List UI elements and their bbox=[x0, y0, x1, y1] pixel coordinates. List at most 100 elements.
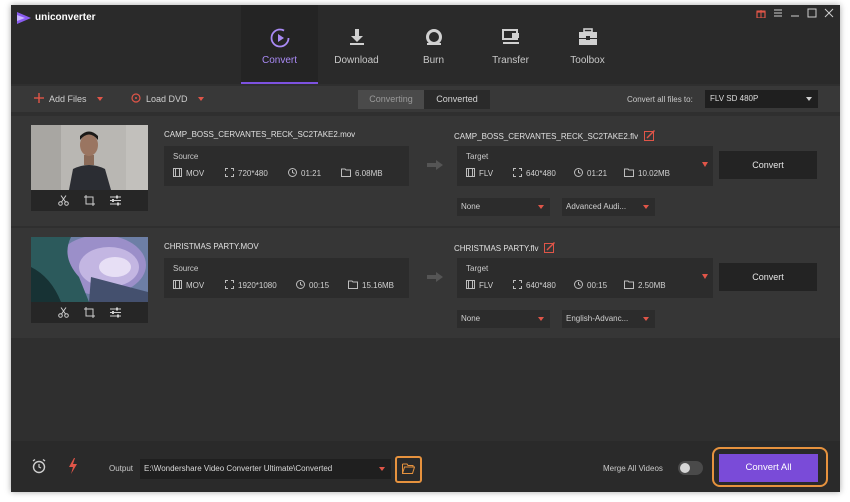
edit-icon[interactable] bbox=[544, 242, 556, 255]
effects-icon[interactable] bbox=[109, 307, 121, 320]
size-prop: 6.08MB bbox=[341, 168, 383, 179]
clock-icon bbox=[574, 280, 583, 291]
chevron-down-icon bbox=[538, 317, 544, 321]
film-icon bbox=[466, 168, 475, 179]
merge-toggle[interactable] bbox=[678, 461, 703, 475]
file-item: CHRISTMAS PARTY.MOV CHRISTMAS PARTY.flv … bbox=[11, 228, 840, 338]
menu-icon[interactable] bbox=[773, 8, 783, 20]
source-resolution: 720*480 bbox=[238, 169, 268, 178]
plus-icon bbox=[34, 93, 44, 105]
audio-value: English-Advanc... bbox=[566, 314, 629, 323]
app-logo-icon bbox=[17, 12, 31, 26]
subtitle-select[interactable]: None bbox=[457, 310, 550, 328]
source-filename: CAMP_BOSS_CERVANTES_RECK_SC2TAKE2.mov bbox=[164, 130, 356, 139]
target-format: FLV bbox=[479, 281, 494, 290]
format-prop: MOV bbox=[173, 280, 225, 291]
effects-icon[interactable] bbox=[109, 195, 121, 208]
target-props: FLV 640*480 00:15 2.50MB bbox=[466, 280, 666, 291]
arrow-right-icon bbox=[427, 272, 443, 284]
audio-select[interactable]: English-Advanc... bbox=[562, 310, 655, 328]
crop-icon[interactable] bbox=[83, 194, 95, 208]
chevron-down-icon[interactable] bbox=[702, 274, 708, 279]
load-dvd-label: Load DVD bbox=[146, 94, 188, 104]
subtitle-select[interactable]: None bbox=[457, 198, 550, 216]
chevron-down-icon[interactable] bbox=[197, 97, 204, 101]
folder-icon bbox=[341, 168, 351, 179]
minimize-icon[interactable] bbox=[790, 8, 800, 20]
nav-convert[interactable]: Convert bbox=[241, 5, 318, 84]
folder-icon bbox=[624, 168, 634, 179]
target-filename-row: CHRISTMAS PARTY.flv bbox=[454, 242, 556, 255]
video-thumbnail[interactable] bbox=[31, 237, 148, 302]
resolution-icon bbox=[513, 168, 522, 179]
chevron-down-icon bbox=[643, 205, 649, 209]
chevron-down-icon bbox=[538, 205, 544, 209]
target-resolution: 640*480 bbox=[526, 169, 556, 178]
duration-prop: 00:15 bbox=[574, 280, 624, 291]
target-duration: 01:21 bbox=[587, 169, 608, 178]
subtitle-value: None bbox=[461, 314, 481, 323]
load-dvd-button[interactable]: Load DVD bbox=[131, 93, 204, 105]
close-icon[interactable] bbox=[824, 8, 834, 20]
video-thumbnail-panel bbox=[31, 237, 148, 323]
nav-download[interactable]: Download bbox=[318, 5, 395, 84]
target-info[interactable]: Target FLV 640*480 00:15 2.50MB bbox=[457, 258, 713, 298]
tab-converted[interactable]: Converted bbox=[424, 90, 490, 109]
toggle-knob bbox=[680, 463, 690, 473]
resolution-prop: 640*480 bbox=[513, 280, 574, 291]
add-files-label: Add Files bbox=[49, 94, 87, 104]
target-info[interactable]: Target FLV 640*480 01:21 10.02MB bbox=[457, 146, 713, 186]
source-size: 15.16MB bbox=[362, 281, 395, 290]
lightning-icon[interactable] bbox=[68, 458, 78, 476]
chevron-down-icon[interactable] bbox=[702, 162, 708, 167]
convert-icon bbox=[241, 28, 318, 48]
source-info: Source MOV 720*480 01:21 6.08MB bbox=[164, 146, 409, 186]
convert-all-to-label: Convert all files to: bbox=[627, 95, 693, 104]
source-duration: 00:15 bbox=[309, 281, 330, 290]
thumbnail-tools bbox=[31, 304, 148, 322]
format-prop: FLV bbox=[466, 280, 513, 291]
chevron-down-icon[interactable] bbox=[96, 97, 103, 101]
clock-icon bbox=[288, 168, 297, 179]
nav-convert-label: Convert bbox=[261, 55, 297, 66]
arrow-right-icon bbox=[427, 160, 443, 172]
crop-icon[interactable] bbox=[83, 306, 95, 320]
tab-converting[interactable]: Converting bbox=[358, 90, 424, 109]
nav-burn[interactable]: Burn bbox=[395, 5, 472, 84]
scissors-icon[interactable] bbox=[58, 194, 70, 208]
maximize-icon[interactable] bbox=[807, 8, 817, 20]
add-files-button[interactable]: Add Files bbox=[34, 93, 103, 105]
resolution-icon bbox=[225, 168, 234, 179]
file-item: CAMP_BOSS_CERVANTES_RECK_SC2TAKE2.mov CA… bbox=[11, 116, 840, 226]
alarm-clock-icon[interactable] bbox=[31, 458, 47, 476]
convert-button[interactable]: Convert bbox=[719, 263, 817, 291]
source-label: Source bbox=[173, 152, 199, 161]
source-filename: CHRISTMAS PARTY.MOV bbox=[164, 242, 259, 251]
thumbnail-tools bbox=[31, 192, 148, 210]
folder-icon bbox=[348, 280, 358, 291]
nav-transfer[interactable]: Transfer bbox=[472, 5, 549, 84]
clock-icon bbox=[574, 168, 583, 179]
nav-download-label: Download bbox=[334, 55, 379, 66]
target-props: FLV 640*480 01:21 10.02MB bbox=[466, 168, 670, 179]
audio-select[interactable]: Advanced Audi... bbox=[562, 198, 655, 216]
output-path-select[interactable]: E:\Wondershare Video Converter Ultimate\… bbox=[140, 459, 391, 479]
film-icon bbox=[466, 280, 475, 291]
source-size: 6.08MB bbox=[355, 169, 383, 178]
output-format-select[interactable]: FLV SD 480P bbox=[705, 90, 818, 108]
gift-icon[interactable] bbox=[756, 8, 766, 20]
nav-toolbox[interactable]: Toolbox bbox=[549, 5, 626, 84]
resolution-icon bbox=[225, 280, 234, 291]
convert-button[interactable]: Convert bbox=[719, 151, 817, 179]
duration-prop: 00:15 bbox=[296, 280, 348, 291]
target-format: FLV bbox=[479, 169, 494, 178]
source-format: MOV bbox=[186, 169, 205, 178]
status-tabs: Converting Converted bbox=[358, 90, 490, 109]
size-prop: 10.02MB bbox=[624, 168, 670, 179]
edit-icon[interactable] bbox=[644, 130, 656, 143]
convert-all-button[interactable]: Convert All bbox=[719, 454, 818, 482]
scissors-icon[interactable] bbox=[58, 306, 70, 320]
open-folder-button[interactable] bbox=[395, 456, 422, 483]
target-duration: 00:15 bbox=[587, 281, 608, 290]
video-thumbnail[interactable] bbox=[31, 125, 148, 190]
